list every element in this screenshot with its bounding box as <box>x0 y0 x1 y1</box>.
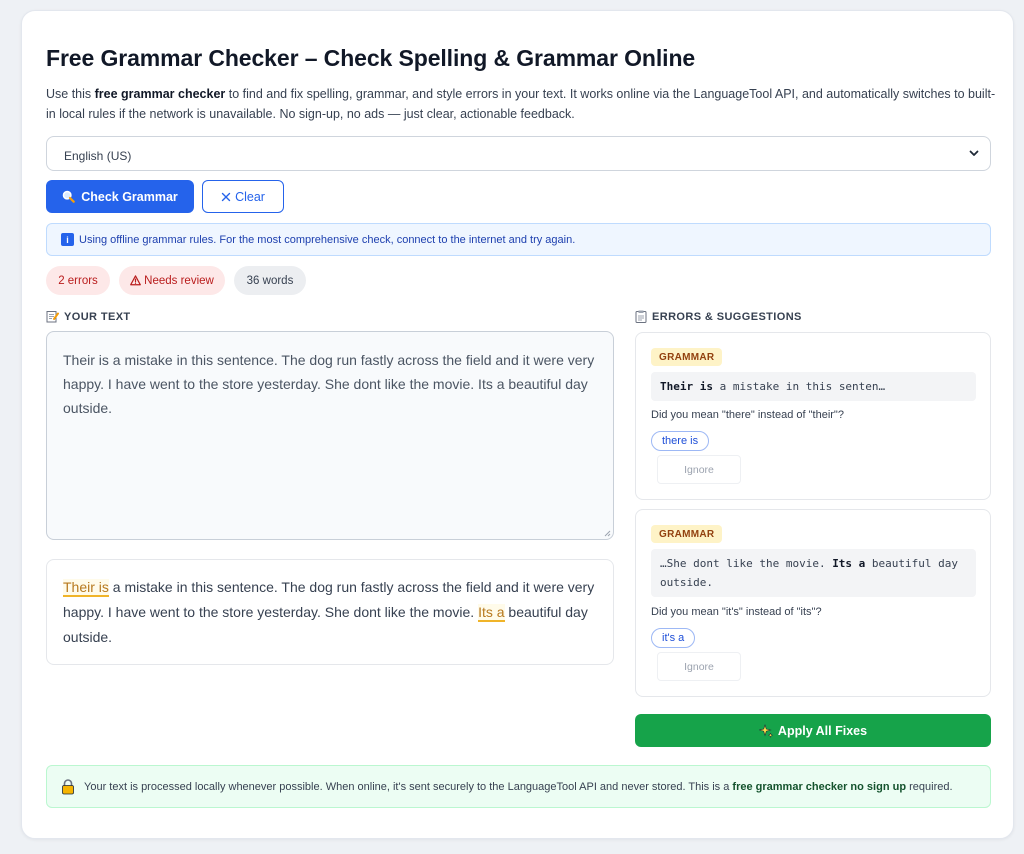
intro-text: Use this free grammar checker to find an… <box>46 87 996 121</box>
error-type-tag: GRAMMAR <box>651 348 723 366</box>
error-context: Their is a mistake in this senten… <box>651 372 976 401</box>
clear-button[interactable]: Clear <box>202 180 284 213</box>
language-select-value: English (US) <box>64 149 132 163</box>
error-highlight[interactable]: Their is <box>63 579 109 597</box>
clipboard-icon <box>635 310 647 323</box>
status-badge: Needs review <box>119 266 225 295</box>
warning-icon <box>130 275 142 286</box>
text-input[interactable]: Their is a mistake in this sentence. The… <box>46 331 614 540</box>
sparkles-icon <box>758 723 773 738</box>
page-title: Free Grammar Checker – Check Spelling & … <box>46 45 696 71</box>
error-card: GRAMMAR …She dont like the movie. Its a … <box>635 509 991 697</box>
error-context: …She dont like the movie. Its a beautifu… <box>651 549 976 597</box>
check-grammar-button[interactable]: Check Grammar <box>46 180 194 213</box>
grammar-checker-card: Free Grammar Checker – Check Spelling & … <box>21 10 1014 839</box>
error-message: Did you mean "it's" instead of "its"? <box>651 606 822 618</box>
error-count-badge: 2 errors <box>46 266 110 295</box>
word-count-badge: 36 words <box>234 266 306 295</box>
highlighted-preview: Their is a mistake in this sentence. The… <box>46 559 614 665</box>
memo-icon <box>46 311 59 323</box>
resize-handle-icon[interactable] <box>603 529 611 537</box>
search-icon <box>62 190 76 203</box>
suggestion-button[interactable]: there is <box>651 431 710 451</box>
ignore-button[interactable]: Ignore <box>657 455 741 484</box>
apply-all-fixes-button[interactable]: Apply All Fixes <box>635 714 991 747</box>
error-card: GRAMMAR Their is a mistake in this sente… <box>635 332 991 500</box>
ignore-button[interactable]: Ignore <box>657 652 741 681</box>
your-text-label: YOUR TEXT <box>46 310 131 323</box>
offline-notice: i Using offline grammar rules. For the m… <box>46 223 991 256</box>
suggestion-button[interactable]: it's a <box>651 628 696 648</box>
error-message: Did you mean "there" instead of "their"? <box>651 409 844 421</box>
privacy-notice: Your text is processed locally whenever … <box>46 765 991 808</box>
error-type-tag: GRAMMAR <box>651 525 723 543</box>
language-select[interactable]: English (US) <box>46 136 991 171</box>
info-icon: i <box>61 233 74 246</box>
suggestions-label: ERRORS & SUGGESTIONS <box>635 310 802 323</box>
chevron-down-icon <box>969 150 979 156</box>
error-highlight[interactable]: Its a <box>478 604 505 622</box>
close-icon <box>221 192 231 201</box>
intro-keyword: free grammar checker <box>94 87 226 101</box>
lock-icon <box>62 778 74 794</box>
